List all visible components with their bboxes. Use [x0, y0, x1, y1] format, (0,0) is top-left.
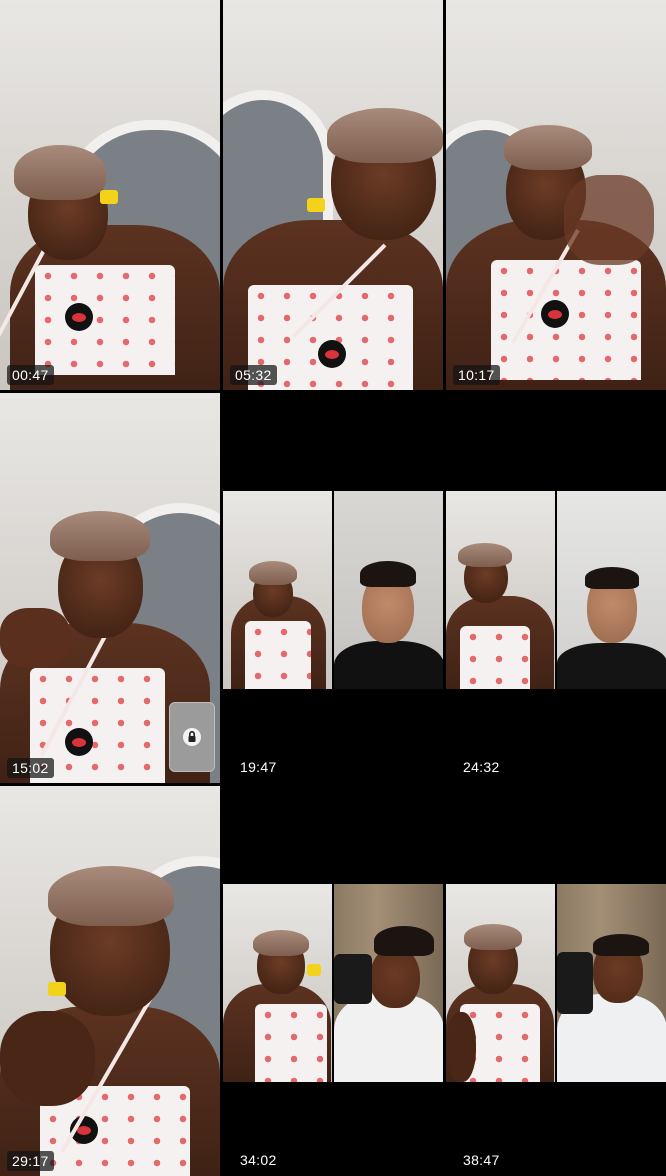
video-thumbnail[interactable]: 29:17 — [0, 786, 220, 1176]
lock-icon — [183, 728, 201, 746]
video-thumbnail[interactable]: 24:32 — [446, 393, 666, 783]
video-thumbnail[interactable]: 38:47 — [446, 786, 666, 1176]
timestamp-label: 10:17 — [453, 365, 500, 385]
thumbnail-image — [0, 786, 220, 1176]
timestamp-label: 00:47 — [7, 365, 54, 385]
video-thumbnail[interactable]: 00:47 — [0, 0, 220, 390]
video-thumbnail-grid: 00:47 05:32 10:17 15:02 19:47 24:32 29:1… — [0, 0, 666, 1176]
split-screen-thumbnail — [446, 884, 666, 1082]
video-thumbnail[interactable]: 34:02 — [223, 786, 443, 1176]
lock-overlay-button[interactable] — [169, 702, 215, 772]
timestamp-label: 38:47 — [463, 1152, 500, 1168]
split-screen-thumbnail — [446, 491, 666, 689]
video-thumbnail[interactable]: 05:32 — [223, 0, 443, 390]
video-thumbnail[interactable]: 10:17 — [446, 0, 666, 390]
thumbnail-image — [0, 0, 220, 390]
timestamp-label: 05:32 — [230, 365, 277, 385]
timestamp-label: 24:32 — [463, 759, 500, 775]
thumbnail-image — [223, 0, 443, 390]
thumbnail-image — [446, 0, 666, 390]
timestamp-label: 15:02 — [7, 758, 54, 778]
timestamp-label: 34:02 — [240, 1152, 277, 1168]
split-screen-thumbnail — [223, 491, 443, 689]
video-thumbnail[interactable]: 19:47 — [223, 393, 443, 783]
timestamp-label: 29:17 — [7, 1151, 54, 1171]
timestamp-label: 19:47 — [240, 759, 277, 775]
split-screen-thumbnail — [223, 884, 443, 1082]
video-thumbnail[interactable]: 15:02 — [0, 393, 220, 783]
